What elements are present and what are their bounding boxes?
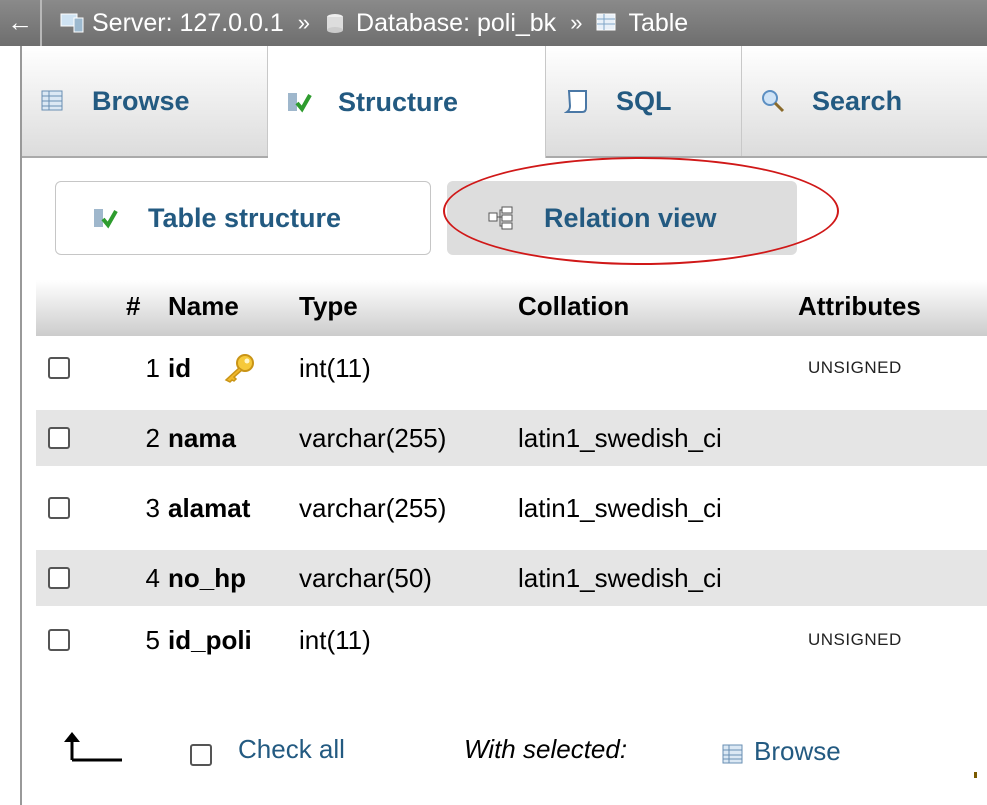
column-type: varchar(50) [299,563,432,593]
tab-sql[interactable]: SQL [546,46,742,156]
column-type: varchar(255) [299,493,447,523]
tab-structure-label: Structure [338,86,459,117]
column-header-collation[interactable]: Collation [518,280,629,336]
breadcrumb-database[interactable]: Database: poli_bk [324,9,556,38]
structure-icon [286,89,312,115]
main-tabs: Browse Structure SQL Search [22,46,987,158]
tab-sql-label: SQL [616,85,672,116]
tab-search-label: Search [812,85,903,116]
breadcrumb-table-label: Table [628,8,689,37]
check-all-checkbox[interactable] [190,744,212,766]
primary-key-icon [222,352,256,384]
breadcrumb-database-label: Database: poli_bk [356,8,557,37]
row-number: 5 [145,625,160,655]
column-type: varchar(255) [299,423,447,453]
structure-icon [92,205,118,231]
subtab-table-structure[interactable]: Table structure [55,181,431,255]
column-header-attributes[interactable]: Attributes [798,280,921,336]
with-selected-label: With selected: [464,734,628,764]
table-header: # Name Type Collation Attributes [36,280,987,336]
column-collation: latin1_swedish_ci [518,563,722,593]
table-row: 4 no_hp varchar(50) latin1_swedish_ci [36,550,987,606]
row-number: 1 [145,353,160,383]
column-name[interactable]: id_poli [168,612,252,668]
column-name[interactable]: id [168,340,191,396]
partial-icon [974,772,977,778]
left-border [20,45,22,805]
breadcrumb-separator: » [297,10,311,35]
column-header-type[interactable]: Type [299,280,358,336]
row-number: 3 [145,493,160,523]
table-row: 3 alamat varchar(255) latin1_swedish_ci [36,480,987,536]
tab-search[interactable]: Search [742,46,972,156]
column-name[interactable]: nama [168,410,236,466]
column-attributes: UNSIGNED [808,630,902,649]
row-checkbox[interactable] [48,427,70,449]
column-collation: latin1_swedish_ci [518,493,722,523]
table-row: 1 id int(11) UNSIGNED [36,340,987,396]
row-checkbox[interactable] [48,497,70,519]
column-header-number[interactable]: # [126,280,140,336]
browse-icon [40,88,66,114]
column-attributes: UNSIGNED [808,358,902,377]
breadcrumb-server[interactable]: Server: 127.0.0.1 [60,9,284,38]
row-number: 4 [145,563,160,593]
breadcrumb-separator: » [570,10,583,35]
search-icon [760,88,786,114]
subtab-relation-view[interactable]: Relation view [447,181,797,255]
subtab-table-structure-label: Table structure [148,202,342,233]
tab-browse[interactable]: Browse [22,46,268,156]
breadcrumb-server-label: Server: 127.0.0.1 [92,8,284,37]
table-row: 2 nama varchar(255) latin1_swedish_ci [36,410,987,466]
row-number: 2 [145,423,160,453]
column-collation: latin1_swedish_ci [518,423,722,453]
tab-structure[interactable]: Structure [268,46,546,158]
arrow-up-icon [60,730,124,766]
column-name[interactable]: alamat [168,480,250,536]
column-header-name[interactable]: Name [168,280,239,336]
back-arrow-icon[interactable]: ← [0,0,42,46]
subtab-relation-view-label: Relation view [544,202,717,233]
breadcrumb-table[interactable]: Table [596,9,688,38]
tab-browse-label: Browse [92,85,190,116]
bulk-actions-footer: Check all With selected: Browse [0,720,987,790]
table-row: 5 id_poli int(11) UNSIGNED [36,612,987,668]
browse-selected-button[interactable]: Browse [722,736,841,767]
sql-icon [563,88,590,114]
browse-selected-label: Browse [754,736,841,766]
column-name[interactable]: no_hp [168,550,246,606]
server-icon [60,12,84,34]
row-checkbox[interactable] [48,567,70,589]
row-checkbox[interactable] [48,629,70,651]
row-checkbox[interactable] [48,357,70,379]
breadcrumb: ← Server: 127.0.0.1 » Database: poli_bk … [0,0,987,46]
check-all-label[interactable]: Check all [238,734,345,765]
table-icon [596,12,620,34]
relation-icon [488,205,514,231]
column-type: int(11) [299,625,371,655]
database-icon [324,12,348,34]
column-type: int(11) [299,353,371,383]
browse-icon [722,741,744,763]
